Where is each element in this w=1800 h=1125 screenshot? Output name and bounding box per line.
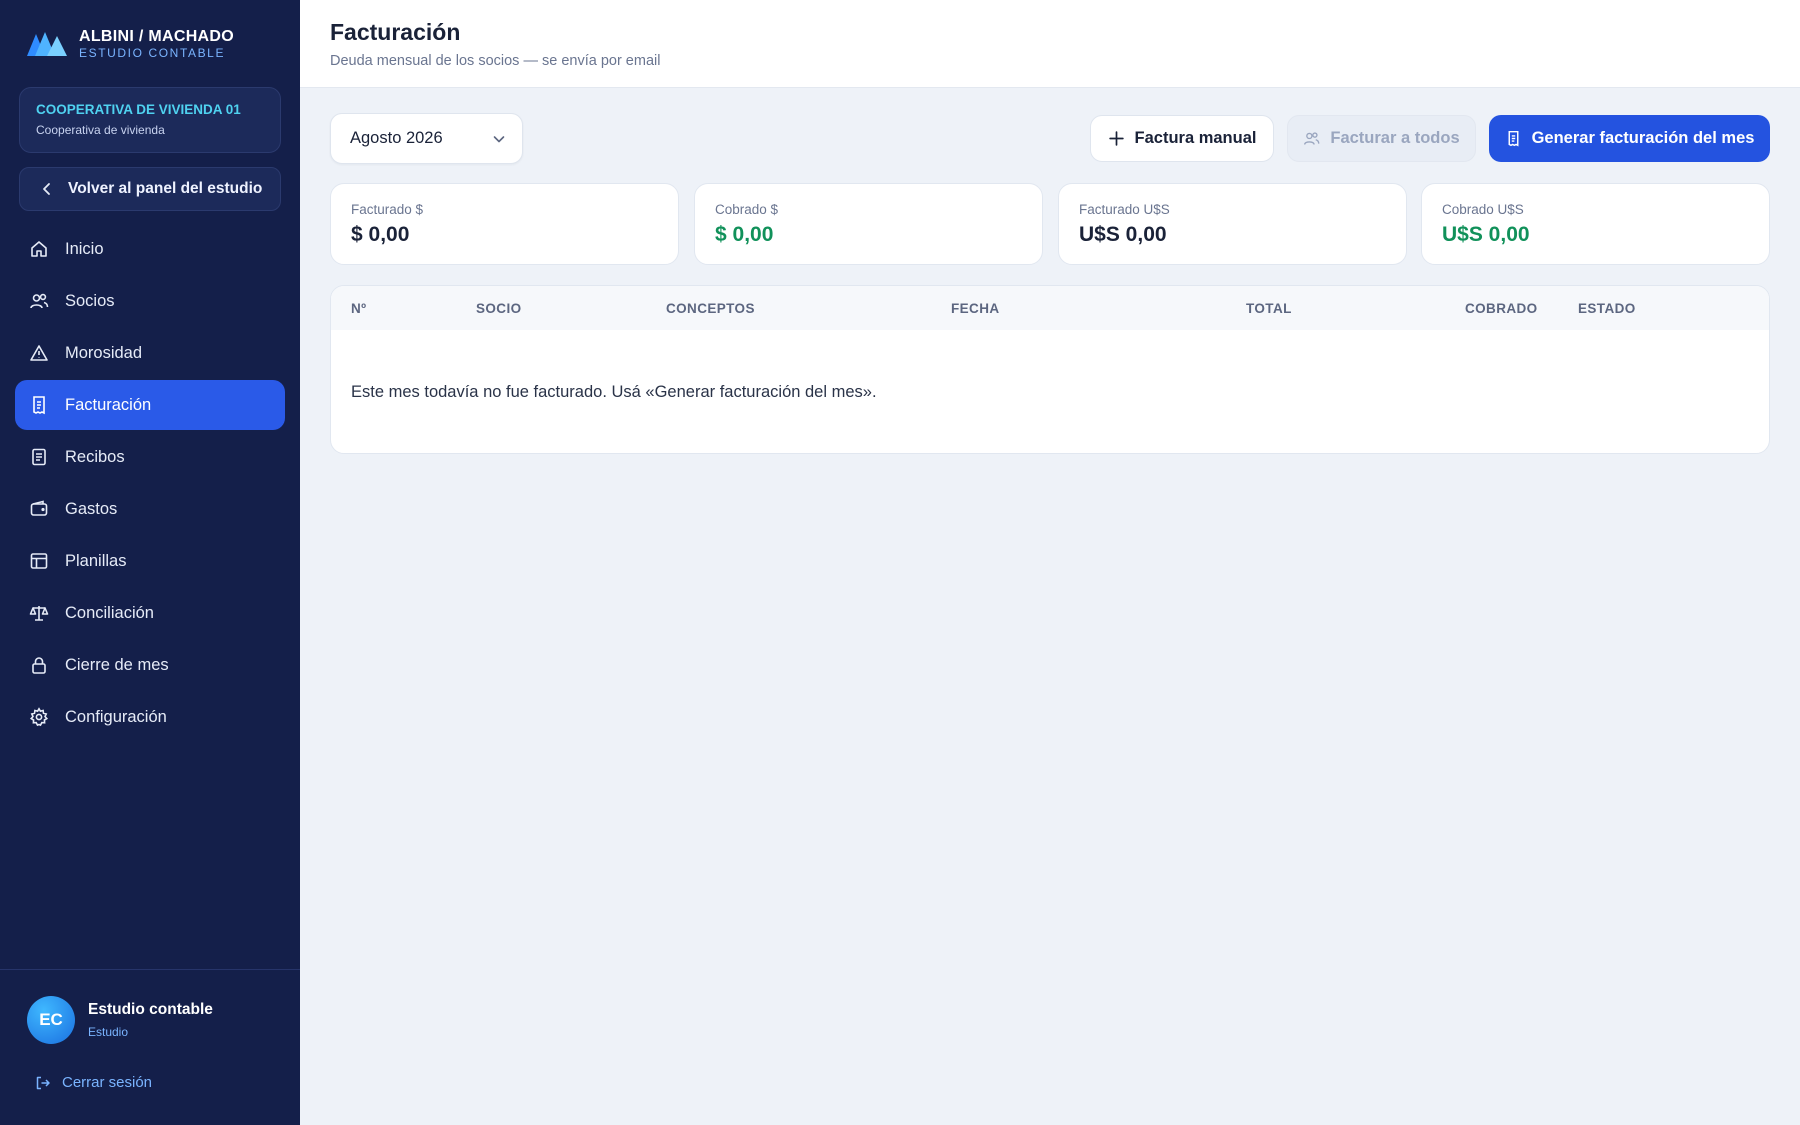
table-icon <box>30 553 48 569</box>
users-icon <box>30 293 49 309</box>
logout-button[interactable]: Cerrar sesión <box>35 1074 152 1091</box>
brand-subtitle: ESTUDIO CONTABLE <box>79 46 226 60</box>
sidebar-item-label: Planillas <box>65 551 127 570</box>
stat-value: $ 0,00 <box>715 223 774 246</box>
month-select-value: Agosto 2026 <box>350 129 443 147</box>
sidebar-item-label: Socios <box>65 291 115 310</box>
gear-icon <box>29 707 49 727</box>
receipt-icon <box>1508 130 1519 147</box>
sidebar-item-label: Recibos <box>65 447 125 466</box>
sidebar-item-label: Gastos <box>65 499 118 518</box>
sidebar-item-label: Inicio <box>65 239 104 258</box>
sidebar-divider <box>0 969 300 970</box>
stat-label: Cobrado $ <box>715 202 779 217</box>
stat-label: Facturado $ <box>351 202 424 217</box>
cooperative-name: COOPERATIVA DE VIVIENDA 01 <box>36 102 241 117</box>
sidebar-item-facturacion[interactable]: Facturación <box>15 380 285 430</box>
receipt-icon <box>33 396 45 415</box>
stat-value: U$S 0,00 <box>1442 223 1530 246</box>
column-header-socio[interactable]: SOCIO <box>476 301 522 316</box>
logout-label: Cerrar sesión <box>62 1074 153 1091</box>
bill-all-button[interactable]: Facturar a todos <box>1287 115 1476 162</box>
bill-all-label: Facturar a todos <box>1330 129 1460 147</box>
brand[interactable]: ALBINI / MACHADO ESTUDIO CONTABLE <box>27 27 234 60</box>
document-icon <box>32 448 46 466</box>
stat-value: U$S 0,00 <box>1079 223 1167 246</box>
sidebar-nav: Inicio Socios Morosidad Facturación Reci… <box>15 224 285 744</box>
brand-name: ALBINI / MACHADO <box>79 28 235 45</box>
lock-icon <box>32 657 46 674</box>
column-header-total[interactable]: TOTAL <box>1246 301 1292 316</box>
sidebar-item-label: Configuración <box>65 707 167 726</box>
stat-label: Cobrado U$S <box>1442 202 1524 217</box>
manual-invoice-label: Factura manual <box>1134 129 1257 147</box>
column-header-fecha[interactable]: FECHA <box>951 301 1000 316</box>
column-header-conceptos[interactable]: CONCEPTOS <box>666 301 755 316</box>
users-icon <box>1304 132 1320 145</box>
sidebar-item-conciliacion[interactable]: Conciliación <box>15 588 285 638</box>
stat-facturado-pesos: Facturado $ $ 0,00 <box>330 183 679 265</box>
stat-cobrado-dolares: Cobrado U$S U$S 0,00 <box>1421 183 1770 265</box>
stat-value: $ 0,00 <box>351 223 410 246</box>
sidebar-item-planillas[interactable]: Planillas <box>15 536 285 586</box>
sidebar-item-label: Cierre de mes <box>65 655 169 674</box>
sidebar-item-inicio[interactable]: Inicio <box>15 224 285 274</box>
month-select[interactable]: Agosto 2026 <box>330 113 523 164</box>
user-name: Estudio contable <box>88 1001 213 1018</box>
logout-icon <box>36 1076 50 1089</box>
sidebar-item-gastos[interactable]: Gastos <box>15 484 285 534</box>
empty-state-message: Este mes todavía no fue facturado. Usá «… <box>351 383 877 401</box>
column-header-number[interactable]: Nº <box>351 301 366 316</box>
scale-icon <box>29 606 49 621</box>
page-title: Facturación <box>330 19 461 45</box>
sidebar-item-morosidad[interactable]: Morosidad <box>15 328 285 378</box>
invoices-table: Nº SOCIO CONCEPTOS FECHA TOTAL COBRADO E… <box>330 285 1770 454</box>
user-profile[interactable]: EC Estudio contable Estudio <box>27 996 213 1044</box>
page-subtitle: Deuda mensual de los socios — se envía p… <box>330 53 661 69</box>
sidebar-item-label: Conciliación <box>65 603 154 622</box>
home-icon <box>31 241 47 257</box>
sidebar-item-socios[interactable]: Socios <box>15 276 285 326</box>
plus-icon <box>1108 131 1124 146</box>
sidebar-item-cierre-de-mes[interactable]: Cierre de mes <box>15 640 285 690</box>
chevron-down-icon <box>493 135 505 142</box>
sidebar-item-recibos[interactable]: Recibos <box>15 432 285 482</box>
user-role: Estudio <box>88 1025 129 1039</box>
generate-billing-button[interactable]: Generar facturación del mes <box>1489 115 1770 162</box>
alert-triangle-icon <box>30 345 48 361</box>
sidebar-item-label: Morosidad <box>65 343 143 362</box>
page-header: Facturación Deuda mensual de los socios … <box>300 0 1800 88</box>
sidebar-item-label: Facturación <box>65 395 152 414</box>
column-header-estado[interactable]: ESTADO <box>1578 301 1636 316</box>
stat-label: Facturado U$S <box>1079 202 1170 217</box>
cooperative-type: Cooperativa de vivienda <box>36 123 165 137</box>
cooperative-card[interactable]: COOPERATIVA DE VIVIENDA 01 Cooperativa d… <box>19 87 281 153</box>
sidebar: ALBINI / MACHADO ESTUDIO CONTABLE COOPER… <box>0 0 300 1125</box>
stat-facturado-dolares: Facturado U$S U$S 0,00 <box>1058 183 1407 265</box>
manual-invoice-button[interactable]: Factura manual <box>1090 115 1274 162</box>
chevron-left-icon <box>43 183 50 195</box>
column-header-cobrado[interactable]: COBRADO <box>1465 301 1538 316</box>
back-to-studio-button[interactable]: Volver al panel del estudio <box>19 167 281 211</box>
brand-logo-icon <box>27 31 67 56</box>
sidebar-item-configuracion[interactable]: Configuración <box>15 692 285 742</box>
back-button-label: Volver al panel del estudio <box>68 180 263 197</box>
table-header: Nº SOCIO CONCEPTOS FECHA TOTAL COBRADO E… <box>331 286 1769 330</box>
generate-billing-label: Generar facturación del mes <box>1531 129 1755 147</box>
avatar: EC <box>27 996 75 1044</box>
stat-cobrado-pesos: Cobrado $ $ 0,00 <box>694 183 1043 265</box>
wallet-icon <box>30 500 48 516</box>
